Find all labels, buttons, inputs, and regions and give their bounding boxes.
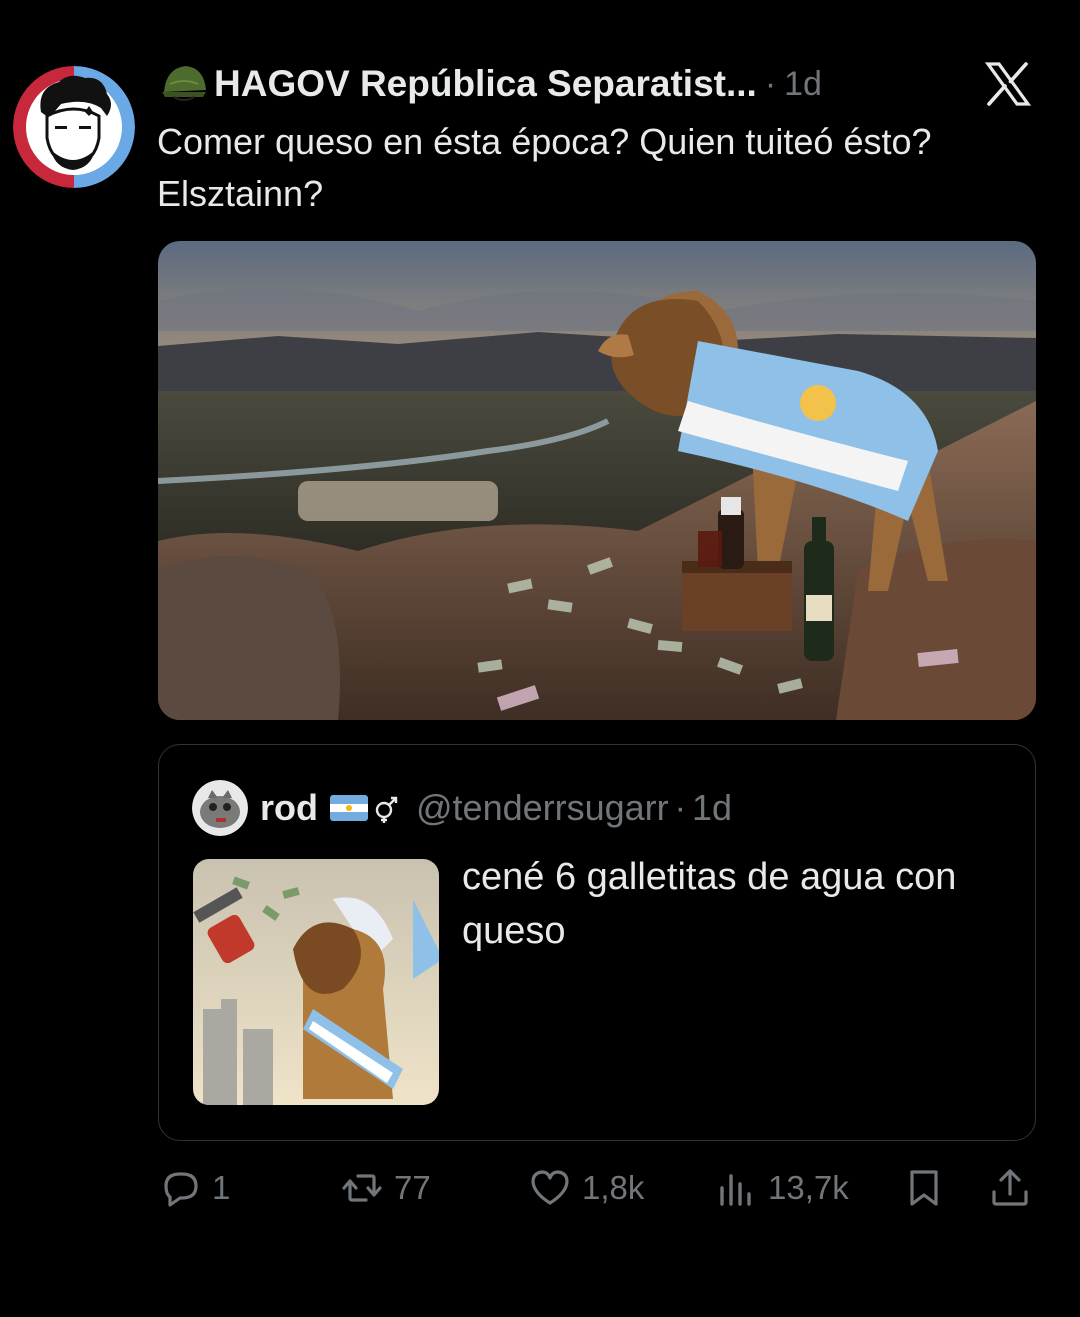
reply-count: 1: [212, 1169, 231, 1206]
reply-icon: [164, 1172, 198, 1207]
author-avatar[interactable]: [13, 66, 135, 188]
tweet-text: Comer queso en ésta época? Quien tuiteó …: [157, 121, 932, 214]
gender-symbol-icon: [370, 792, 402, 824]
share-icon: [992, 1169, 1028, 1206]
x-logo-icon: [984, 60, 1032, 108]
reply-button[interactable]: 1: [158, 1162, 230, 1214]
bookmark-button[interactable]: [902, 1162, 956, 1214]
tweet-media-image[interactable]: [158, 241, 1036, 720]
repost-count: 77: [394, 1169, 431, 1206]
separator-dot: ·: [674, 788, 686, 827]
quote-media-image[interactable]: [193, 859, 439, 1105]
quote-header: rod @tenderrsugarr · 1d: [260, 782, 732, 834]
tweet-header: HAGOV República Separatist... · 1d: [160, 58, 822, 110]
repost-button[interactable]: 77: [340, 1162, 431, 1214]
views-button[interactable]: 13,7k: [714, 1162, 849, 1214]
share-button[interactable]: [988, 1162, 1042, 1214]
action-bar: 1 77 1,8k 13,7k: [158, 1162, 1038, 1214]
quote-author-handle[interactable]: @tenderrsugarr: [416, 787, 669, 829]
tweet-time[interactable]: 1d: [784, 65, 822, 104]
military-helmet-icon: [162, 66, 206, 101]
heart-icon: [531, 1170, 569, 1205]
quote-author-name[interactable]: rod: [260, 787, 318, 829]
argentina-flag-icon: [330, 795, 368, 821]
quote-text: cené 6 galletitas de agua con queso: [462, 856, 957, 952]
like-button[interactable]: 1,8k: [528, 1162, 644, 1214]
bookmark-icon: [910, 1170, 938, 1206]
quote-author-avatar[interactable]: [192, 780, 248, 836]
views-count: 13,7k: [768, 1169, 849, 1206]
repost-icon: [342, 1174, 382, 1202]
author-name[interactable]: HAGOV República Separatist...: [214, 63, 757, 105]
like-count: 1,8k: [582, 1169, 645, 1206]
views-icon: [720, 1174, 751, 1206]
quote-time[interactable]: 1d: [692, 787, 732, 829]
separator-dot: ·: [764, 64, 777, 103]
